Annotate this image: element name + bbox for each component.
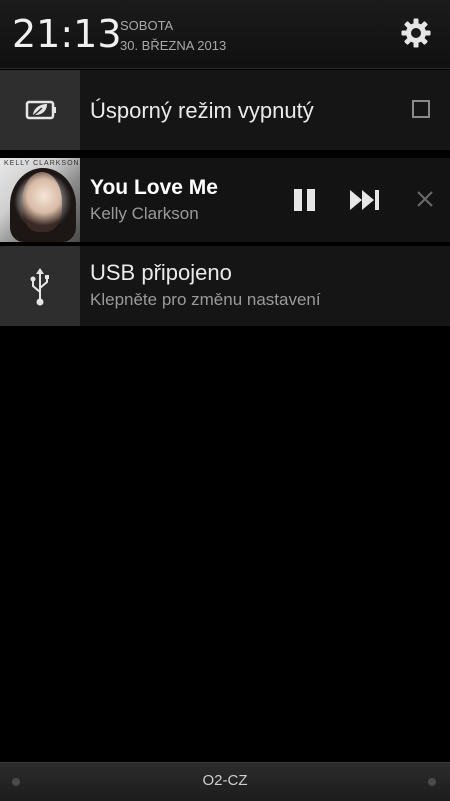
pause-icon: [294, 189, 315, 211]
date-block: SOBOTA 30. BŘEZNA 2013: [120, 16, 226, 56]
carrier-label: O2-CZ: [202, 772, 248, 789]
album-art: KELLY CLARKSON: [0, 158, 80, 242]
close-music-button[interactable]: [414, 188, 436, 210]
music-notification[interactable]: KELLY CLARKSON You Love Me Kelly Clarkso…: [0, 158, 450, 242]
usb-icon-box: [0, 246, 80, 326]
power-saver-icon-box: [0, 70, 80, 150]
day-label: SOBOTA: [120, 18, 174, 33]
power-saver-notification[interactable]: Úsporný režim vypnutý: [0, 70, 450, 150]
track-title: You Love Me: [90, 176, 218, 199]
album-art-text: KELLY CLARKSON: [4, 160, 80, 167]
usb-subtitle: Klepněte pro změnu nastavení: [90, 290, 321, 309]
usb-notification[interactable]: USB připojeno Klepněte pro změnu nastave…: [0, 246, 450, 326]
power-saver-checkbox[interactable]: [412, 100, 430, 118]
right-handle-dot: [428, 778, 436, 786]
battery-leaf-icon: [25, 100, 56, 120]
power-saver-label: Úsporný režim vypnutý: [90, 98, 314, 123]
clock-time: 21:13: [12, 12, 122, 56]
album-art-face: [22, 172, 62, 232]
usb-icon: [30, 268, 49, 306]
next-track-button[interactable]: [348, 186, 384, 214]
gear-icon: [401, 18, 431, 48]
date-label: 30. BŘEZNA 2013: [120, 38, 227, 53]
close-icon: [417, 191, 433, 207]
skip-next-icon: [350, 190, 379, 210]
track-artist: Kelly Clarkson: [90, 204, 199, 223]
pause-button[interactable]: [290, 186, 320, 214]
carrier-bar[interactable]: O2-CZ: [0, 762, 450, 801]
usb-title: USB připojeno: [90, 260, 232, 285]
notification-header: 21:13 SOBOTA 30. BŘEZNA 2013: [0, 0, 450, 69]
settings-button[interactable]: [398, 15, 434, 51]
